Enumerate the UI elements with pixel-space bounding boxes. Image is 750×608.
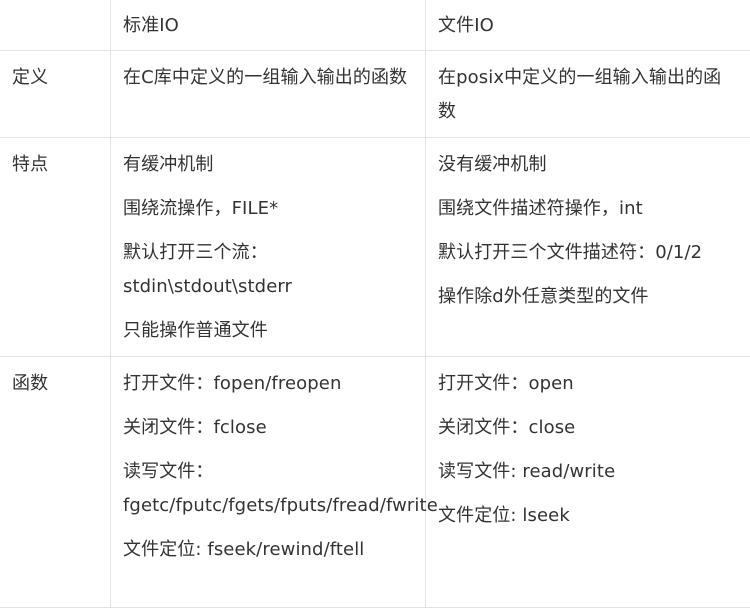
cell-functions-file-io: 打开文件：open 关闭文件：close 读写文件: read/write 文件…: [426, 357, 750, 608]
header-file-io: 文件IO: [426, 0, 750, 51]
cell-text: 有缓冲机制: [123, 148, 413, 182]
row-label-features: 特点: [0, 138, 111, 357]
cell-text: 在posix中定义的一组输入输出的函数: [438, 61, 738, 129]
header-standard-io: 标准IO: [111, 0, 426, 51]
cell-text: 默认打开三个流：stdin\stdout\stderr: [123, 236, 413, 304]
table-row-functions: 函数 打开文件：fopen/freopen 关闭文件：fclose 读写文件：f…: [0, 357, 750, 608]
cell-text: 操作除d外任意类型的文件: [438, 280, 738, 314]
cell-definition-standard-io: 在C库中定义的一组输入输出的函数: [111, 51, 426, 138]
cell-text: 默认打开三个文件描述符：0/1/2: [438, 236, 738, 270]
cell-text: 读写文件：fgetc/fputc/fgets/fputs/fread/fwrit…: [123, 455, 413, 523]
cell-features-file-io: 没有缓冲机制 围绕文件描述符操作，int 默认打开三个文件描述符：0/1/2 操…: [426, 138, 750, 357]
cell-text: 在C库中定义的一组输入输出的函数: [123, 61, 413, 95]
comparison-table: 标准IO 文件IO 定义 在C库中定义的一组输入输出的函数 在posix中定义的…: [0, 0, 750, 608]
cell-text: 围绕文件描述符操作，int: [438, 192, 738, 226]
cell-text: 没有缓冲机制: [438, 148, 738, 182]
cell-text: 关闭文件：fclose: [123, 411, 413, 445]
cell-text: 围绕流操作，FILE*: [123, 192, 413, 226]
cell-text: 文件定位: lseek: [438, 499, 738, 533]
header-row: 标准IO 文件IO: [0, 0, 750, 51]
cell-text: 只能操作普通文件: [123, 314, 413, 348]
cell-text: 读写文件: read/write: [438, 455, 738, 489]
row-label-definition: 定义: [0, 51, 111, 138]
cell-text: 打开文件：fopen/freopen: [123, 367, 413, 401]
table-row-definition: 定义 在C库中定义的一组输入输出的函数 在posix中定义的一组输入输出的函数: [0, 51, 750, 138]
row-label-functions: 函数: [0, 357, 111, 608]
cell-text: 文件定位: fseek/rewind/ftell: [123, 533, 413, 567]
header-empty-cell: [0, 0, 111, 51]
cell-text: 关闭文件：close: [438, 411, 738, 445]
cell-definition-file-io: 在posix中定义的一组输入输出的函数: [426, 51, 750, 138]
cell-functions-standard-io: 打开文件：fopen/freopen 关闭文件：fclose 读写文件：fget…: [111, 357, 426, 608]
cell-text: 打开文件：open: [438, 367, 738, 401]
cell-features-standard-io: 有缓冲机制 围绕流操作，FILE* 默认打开三个流：stdin\stdout\s…: [111, 138, 426, 357]
table-row-features: 特点 有缓冲机制 围绕流操作，FILE* 默认打开三个流：stdin\stdou…: [0, 138, 750, 357]
